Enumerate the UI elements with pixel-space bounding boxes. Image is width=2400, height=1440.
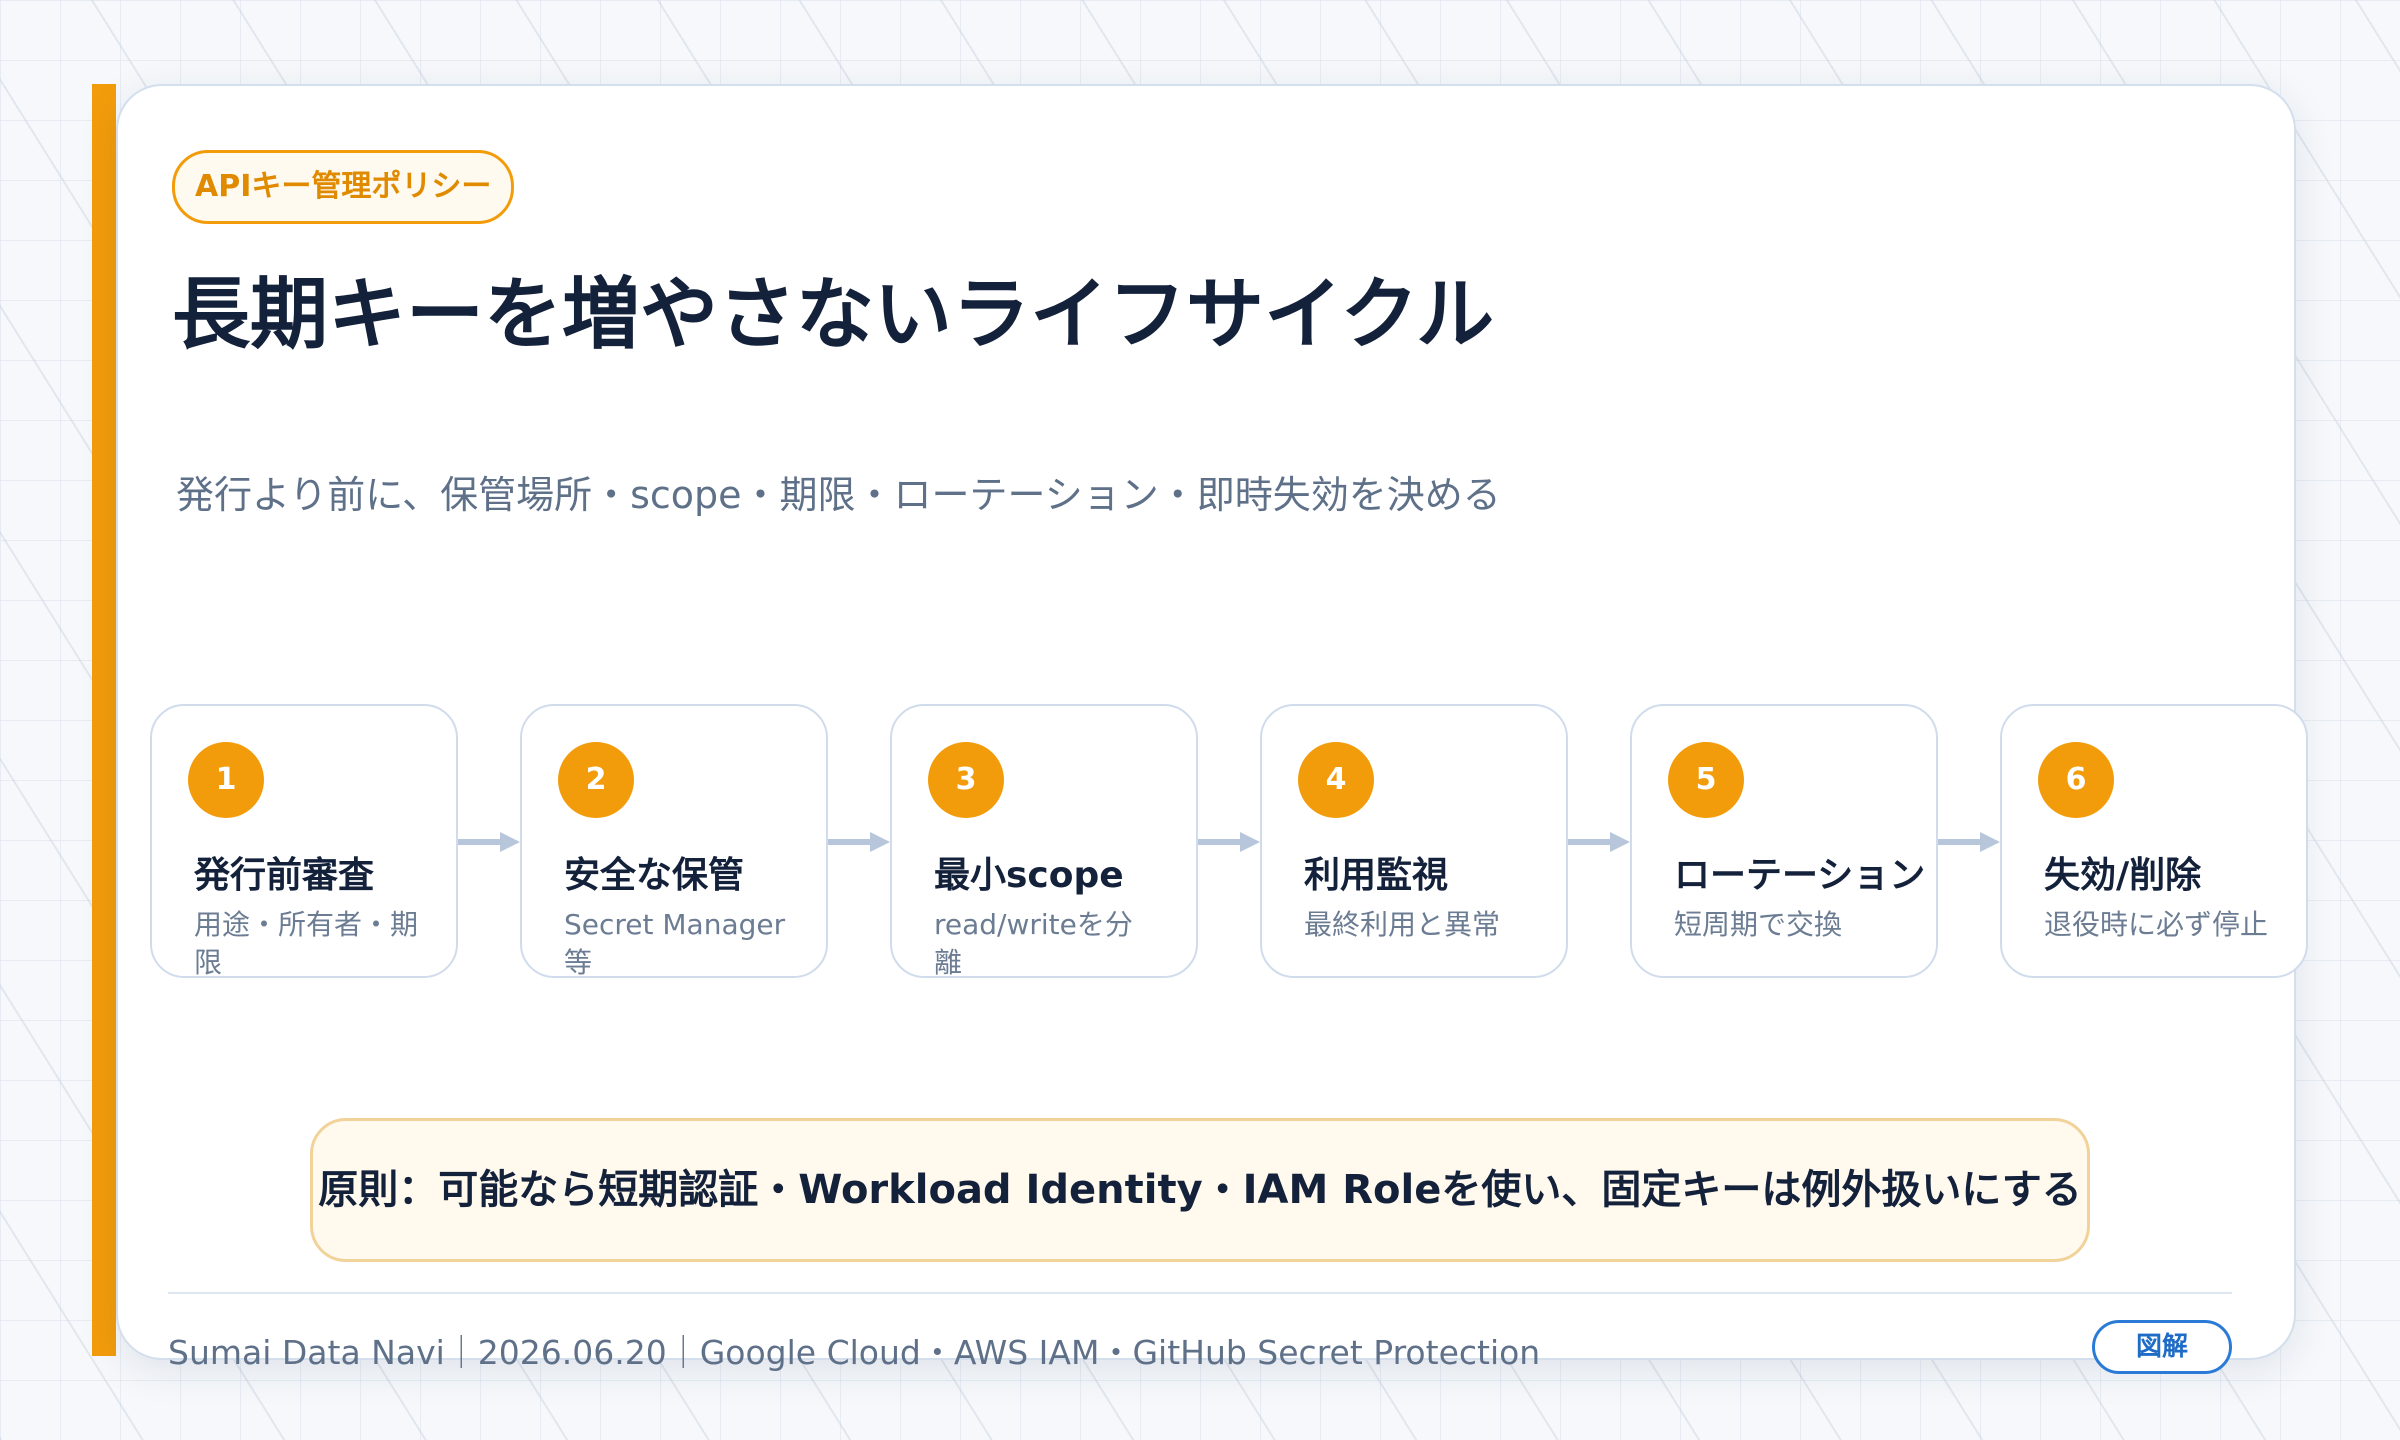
step-label: 安全な保管 (564, 855, 745, 896)
arrow-right-icon (1568, 832, 1630, 852)
step-card-secure-storage: 2 安全な保管 Secret Manager等 (520, 704, 828, 978)
step-number-badge: 5 (1668, 742, 1744, 818)
step-label: ローテーション (1674, 855, 1926, 896)
page-title: 長期キーを増やさないライフサイクル (172, 270, 1495, 360)
footer-source: Sumai Data Navi｜2026.06.20｜Google Cloud・… (168, 1333, 1541, 1372)
step-card-usage-monitoring: 4 利用監視 最終利用と異常 (1260, 704, 1568, 978)
subtitle: 発行より前に、保管場所・scope・期限・ローテーション・即時失効を決める (176, 473, 1501, 517)
step-label: 最小scope (934, 855, 1124, 896)
category-tag: APIキー管理ポリシー (172, 150, 515, 224)
step-description: read/writeを分離 (934, 908, 1133, 978)
step-number-badge: 4 (1298, 742, 1374, 818)
step-label: 利用監視 (1304, 855, 1449, 896)
step-number-badge: 1 (188, 742, 264, 818)
step-description: 短周期で交換 (1674, 908, 1843, 941)
arrow-right-icon (828, 832, 890, 852)
principle-callout: 原則：可能なら短期認証・Workload Identity・IAM Roleを使… (310, 1118, 2090, 1262)
step-description: 用途・所有者・期限 (194, 908, 419, 978)
arrow-right-icon (1938, 832, 2000, 852)
arrow-right-icon (1198, 832, 1260, 852)
diagram-badge[interactable]: 図解 (2092, 1320, 2232, 1374)
step-label: 失効/削除 (2044, 855, 2202, 896)
step-description: 最終利用と異常 (1304, 908, 1501, 941)
step-number-badge: 2 (558, 742, 634, 818)
arrow-right-icon (458, 832, 520, 852)
footer-divider (168, 1292, 2232, 1294)
step-number-badge: 3 (928, 742, 1004, 818)
step-card-revoke-delete: 6 失効/削除 退役時に必ず停止 (2000, 704, 2308, 978)
step-number-badge: 6 (2038, 742, 2114, 818)
step-label: 発行前審査 (194, 855, 375, 896)
step-card-rotation: 5 ローテーション 短周期で交換 (1630, 704, 1938, 978)
step-description: Secret Manager等 (564, 908, 786, 978)
accent-bar (92, 84, 116, 1356)
step-card-issue-review: 1 発行前審査 用途・所有者・期限 (150, 704, 458, 978)
step-description: 退役時に必ず停止 (2044, 908, 2269, 941)
step-card-min-scope: 3 最小scope read/writeを分離 (890, 704, 1198, 978)
